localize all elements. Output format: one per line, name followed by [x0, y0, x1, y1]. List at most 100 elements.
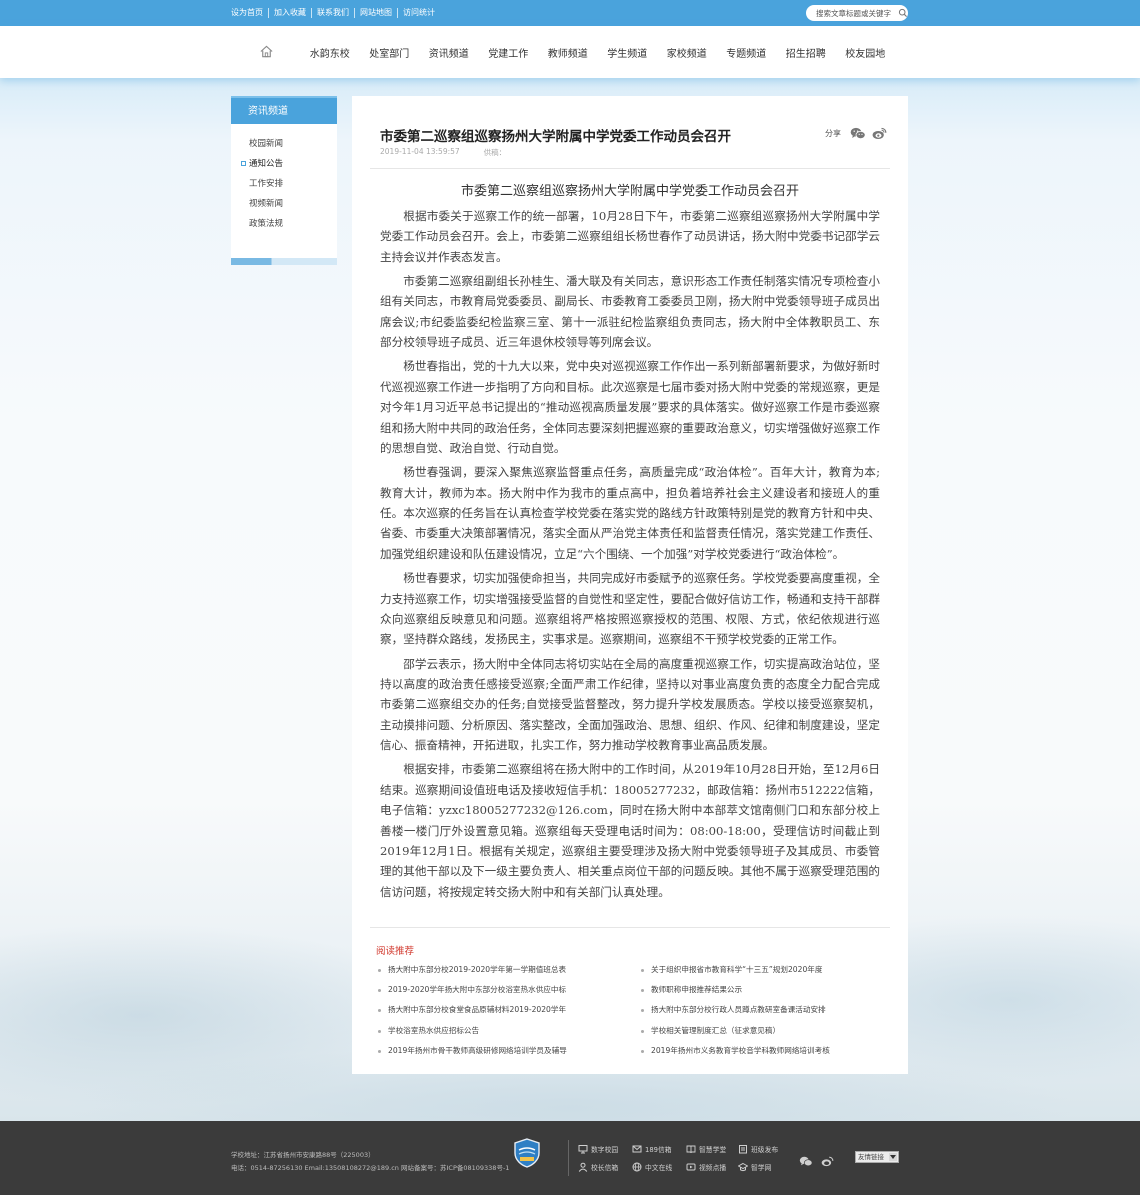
footer-link[interactable]: 校长信箱 [578, 1160, 632, 1173]
recommend-item-label[interactable]: 学校相关管理制度汇总（征求意见稿） [651, 1026, 780, 1035]
weibo-icon[interactable] [872, 127, 887, 140]
article-meta: 2019-11-04 13:59:57 供稿： [380, 147, 506, 158]
sidebar-item-label: 视频新闻 [249, 199, 284, 209]
friend-links-label: 友情链接 [858, 1153, 884, 1161]
bullet-icon [378, 1029, 381, 1033]
bullet-icon [641, 989, 644, 993]
sidebar-item[interactable]: 工作安排 [231, 174, 337, 194]
article-paragraph: 杨世春强调，要深入聚焦巡察监督重点任务，高质量完成“政治体检”。百年大计，教育为… [380, 465, 880, 561]
home-icon[interactable] [259, 44, 274, 59]
search-box[interactable] [806, 5, 908, 21]
bullet-icon [378, 969, 381, 972]
top-link[interactable]: 加入收藏 [268, 8, 311, 18]
footer-divider [568, 1140, 569, 1176]
school-logo [514, 1138, 540, 1168]
article-title: 市委第二巡察组巡察扬州大学附属中学党委工作动员会召开 [380, 129, 731, 145]
top-link[interactable]: 设为首页 [231, 8, 268, 18]
footer-link-label: 校长信箱 [591, 1163, 619, 1172]
recommend-item-label[interactable]: 2019年扬州市义务教育学校音学科教师网络培训考核 [651, 1046, 830, 1055]
top-link[interactable]: 联系我们 [311, 8, 354, 18]
footer-link-label: 智慧学堂 [699, 1145, 727, 1154]
recommend-item-label[interactable]: 2019-2020学年扬大附中东部分校浴室热水供应中标 [388, 985, 566, 994]
nav-item[interactable]: 处室部门 [360, 45, 420, 60]
recommend-item-label[interactable]: 扬大附中东部分校行政人员蹲点教研室备课活动安排 [651, 1005, 826, 1014]
nav-item[interactable]: 招生招聘 [776, 45, 836, 60]
mail-icon [632, 1145, 642, 1152]
title-divider [370, 168, 890, 169]
recommend-item[interactable]: 扬大附中东部分校2019-2020学年第一学期值班总表 [378, 960, 628, 980]
recommend-item-label[interactable]: 教师职称申报推荐结果公示 [651, 985, 742, 994]
footer-link[interactable]: 视频点播 [686, 1160, 738, 1173]
footer-wechat-icon[interactable] [799, 1152, 813, 1171]
friend-links-select[interactable]: 友情链接 [855, 1151, 899, 1163]
footer: 学校地址：江苏省扬州市安康路88号（225003） 电话：0514-872561… [0, 1121, 1140, 1195]
article-body: 根据市委关于巡察工作的统一部署，10月28日下午，市委第二巡察组巡察扬州大学附属… [380, 206, 880, 922]
top-link[interactable]: 网站地图 [354, 8, 397, 18]
footer-link[interactable]: 班级发布 [738, 1142, 786, 1155]
recommend-item-label[interactable]: 学校浴室热水供应招标公告 [388, 1026, 479, 1035]
wechat-icon[interactable] [850, 127, 866, 140]
nav-item[interactable]: 家校频道 [657, 45, 717, 60]
footer-link[interactable]: 智慧学堂 [686, 1142, 738, 1155]
sidebar-item-label: 政策法规 [249, 219, 284, 229]
footer-link[interactable]: 智学网 [738, 1160, 786, 1173]
sidebar-item-label: 通知公告 [249, 159, 284, 169]
share-label: 分享 [825, 129, 841, 138]
bullet-icon [378, 1009, 381, 1013]
recommend-item-label[interactable]: 2019年扬州市骨干教师高级研修网络培训学员及辅导 [388, 1046, 567, 1055]
bullet-icon [378, 989, 381, 993]
recommend-item-label[interactable]: 扬大附中东部分校2019-2020学年第一学期值班总表 [388, 965, 566, 974]
cap-icon [738, 1162, 748, 1171]
user-icon [578, 1162, 588, 1172]
recommend-item[interactable]: 2019年扬州市骨干教师高级研修网络培训学员及辅导 [378, 1041, 628, 1061]
footer-social [799, 1152, 842, 1171]
footer-link-label: 班级发布 [751, 1145, 779, 1154]
sidebar-item[interactable]: 视频新闻 [231, 194, 337, 214]
recommend-item[interactable]: 学校相关管理制度汇总（征求意见稿） [641, 1021, 891, 1041]
article-date: 2019-11-04 13:59:57 [380, 147, 460, 156]
globe-icon [632, 1162, 642, 1171]
recommend-item[interactable]: 教师职称申报推荐结果公示 [641, 980, 891, 1000]
recommend-item[interactable]: 2019-2020学年扬大附中东部分校浴室热水供应中标 [378, 980, 628, 1000]
nav-list: 水韵东校 处室部门 资讯频道 党建工作 教师频道 学生频道 家校频道 专题频道 招生招聘 校友园地 [300, 26, 895, 78]
sidebar-item[interactable]: 政策法规 [231, 214, 337, 234]
bullet-icon [378, 1049, 381, 1053]
nav-item[interactable]: 学生频道 [598, 45, 658, 60]
footer-link[interactable]: 数字校园 [578, 1142, 632, 1155]
article-paragraph: 杨世春指出，党的十九大以来，党中央对巡视巡察工作作出一系列新部署新要求，为做好新… [380, 359, 880, 456]
nav-item[interactable]: 教师频道 [538, 45, 598, 60]
search-icon[interactable] [898, 8, 908, 18]
recommend-item[interactable]: 关于组织申报省市教育科学“十三五”规划2020年度 [641, 960, 891, 980]
recommend-item-label[interactable]: 扬大附中东部分校食堂食品原辅材料2019-2020学年 [388, 1005, 566, 1014]
footer-link-label: 视频点播 [699, 1163, 727, 1172]
nav-item[interactable]: 校友园地 [836, 45, 896, 60]
nav-item[interactable]: 党建工作 [479, 45, 539, 60]
footer-contact: 学校地址：江苏省扬州市安康路88号（225003） 电话：0514-872561… [231, 1149, 509, 1175]
search-input[interactable] [816, 8, 898, 18]
nav-item[interactable]: 资讯频道 [419, 45, 479, 60]
article-paragraph: 根据安排，市委第二巡察组将在扬大附中的工作时间，从2019年10月28日开始，至… [380, 762, 880, 899]
footer-weibo-icon[interactable] [821, 1152, 834, 1171]
nav-item[interactable]: 水韵东校 [300, 45, 360, 60]
recommend-item-label[interactable]: 关于组织申报省市教育科学“十三五”规划2020年度 [651, 965, 822, 974]
recommend-divider [370, 927, 890, 928]
active-marker-icon [241, 161, 246, 166]
top-link[interactable]: 访问统计 [397, 8, 440, 18]
chevron-down-icon[interactable] [889, 1153, 897, 1161]
recommend-item[interactable]: 学校浴室热水供应招标公告 [378, 1021, 628, 1041]
sidebar-item[interactable]: 通知公告 [231, 154, 337, 174]
recommend-item[interactable]: 扬大附中东部分校行政人员蹲点教研室备课活动安排 [641, 1000, 891, 1020]
footer-link-label: 189信箱 [645, 1145, 672, 1154]
main-nav: 水韵东校 处室部门 资讯频道 党建工作 教师频道 学生频道 家校频道 专题频道 招生招聘 校友园地 [0, 26, 1140, 78]
clipboard-icon [739, 1144, 747, 1153]
article-paragraph: 市委第二巡察组副组长孙桂生、潘大联及有关同志，意识形态工作责任制落实情况专项检查… [380, 274, 880, 350]
sidebar-list: 校园新闻通知公告工作安排视频新闻政策法规 [231, 124, 337, 258]
recommend-item[interactable]: 扬大附中东部分校食堂食品原辅材料2019-2020学年 [378, 1000, 628, 1020]
sidebar-title: 资讯频道 [231, 96, 337, 124]
nav-item[interactable]: 专题频道 [717, 45, 777, 60]
recommend-item[interactable]: 2019年扬州市义务教育学校音学科教师网络培训考核 [641, 1041, 891, 1061]
share-bar: 分享 [825, 127, 887, 140]
footer-link[interactable]: 中文在线 [632, 1160, 686, 1173]
sidebar-item[interactable]: 校园新闻 [231, 134, 337, 154]
footer-link[interactable]: 189信箱 [632, 1142, 686, 1155]
